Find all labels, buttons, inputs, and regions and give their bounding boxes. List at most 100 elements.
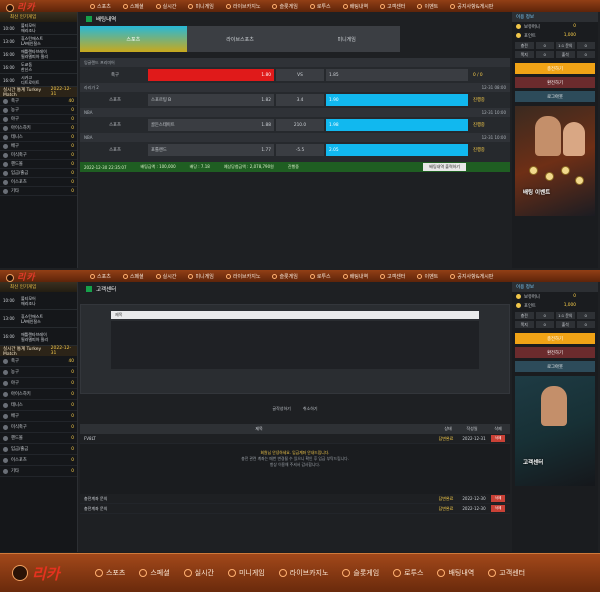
table-row[interactable]: 충전계좌 문의 답변완료 2022-12-30 삭제 — [80, 494, 510, 504]
nav-event[interactable]: 이벤트 — [411, 0, 444, 12]
nav-support[interactable]: 고객센터 — [374, 270, 411, 282]
sport-item[interactable]: 입금/출금 0 — [0, 169, 77, 178]
sport-item[interactable]: 이스포츠 0 — [0, 178, 77, 187]
support-panel: 고객센터 제목 글작성하기 취소하기 제목 상태 작성일 삭제 FV8LT 답변… — [80, 282, 510, 514]
nav-livecasino[interactable]: 라이브카지노 — [278, 568, 328, 578]
away-pick[interactable]: 1.90 — [326, 94, 468, 106]
nav-history[interactable]: 배팅내역 — [337, 270, 374, 282]
popular-game[interactable]: 16:00 도쿄돔 한신스 — [0, 61, 77, 74]
nav-livecasino[interactable]: 라이브카지노 — [220, 0, 267, 12]
nav-special[interactable]: 스페셜 — [139, 568, 170, 578]
logout-button[interactable]: 로그아웃 — [515, 91, 595, 102]
promo-banner[interactable]: 고객센터 — [515, 376, 595, 486]
sport-item[interactable]: 야구 0 — [0, 378, 77, 389]
nav-slot[interactable]: 슬롯게임 — [266, 270, 303, 282]
nav-history[interactable]: 배팅내역 — [437, 568, 474, 578]
sport-item[interactable]: 기타 0 — [0, 466, 77, 477]
nav-support[interactable]: 고객센터 — [374, 0, 411, 12]
tab-sports[interactable]: 스포츠 — [80, 26, 187, 52]
away-pick[interactable]: 2.05 — [326, 144, 468, 156]
match-banner[interactable]: 실시간 통계 Turkey Match 2022-12-31 — [0, 346, 77, 357]
sport-item[interactable]: 축구 40 — [0, 97, 77, 106]
nav-live[interactable]: 실시간 — [150, 0, 183, 12]
withdraw-button[interactable]: 환전하기 — [515, 77, 595, 88]
nav-special[interactable]: 스페셜 — [117, 270, 150, 282]
nav-notice[interactable]: 공지사항&게시판 — [444, 270, 499, 282]
home-pick[interactable]: 1.80 — [148, 69, 274, 81]
tab-live-sports[interactable]: 라이브스포츠 — [186, 26, 294, 52]
site-logo[interactable]: 리카 — [6, 270, 61, 283]
nav-slot[interactable]: 슬롯게임 — [342, 568, 379, 578]
nav-history[interactable]: 배팅내역 — [337, 0, 374, 12]
nav-live[interactable]: 실시간 — [183, 568, 214, 578]
sport-item[interactable]: 테니스 0 — [0, 400, 77, 411]
sport-item[interactable]: 핸드볼 0 — [0, 433, 77, 444]
logout-button[interactable]: 로그아웃 — [515, 361, 595, 372]
nav-special[interactable]: 스페셜 — [117, 0, 150, 12]
inquiry-title-input[interactable]: 제목 — [111, 311, 479, 319]
print-history-button[interactable]: 배팅내역 출력하기 — [423, 163, 466, 171]
sport-item[interactable]: 축구 40 — [0, 356, 77, 367]
nav-lotus[interactable]: 로투스 — [304, 0, 337, 12]
nav-sports[interactable]: 스포츠 — [95, 568, 125, 578]
home-pick[interactable]: 골든스테이트 1.88 — [148, 119, 274, 131]
nav-lotus[interactable]: 로투스 — [393, 568, 423, 578]
nav-livecasino[interactable]: 라이브카지노 — [220, 270, 267, 282]
sport-item[interactable]: 배구 0 — [0, 411, 77, 422]
charge-button[interactable]: 충전하기 — [515, 63, 595, 74]
withdraw-button[interactable]: 환전하기 — [515, 347, 595, 358]
sport-item[interactable]: 기타 0 — [0, 187, 77, 196]
nav-minigame[interactable]: 미니게임 — [182, 270, 219, 282]
page-title: 고객센터 — [96, 287, 117, 293]
match-banner[interactable]: 실시간 통계 Turkey Match 2022-12-31 — [0, 87, 77, 98]
sport-item[interactable]: 아이스하키 0 — [0, 389, 77, 400]
sport-item[interactable]: 농구 0 — [0, 367, 77, 378]
sport-item[interactable]: 배구 0 — [0, 142, 77, 151]
cancel-inquiry-button[interactable]: 취소하기 — [303, 406, 318, 412]
delete-button[interactable]: 삭제 — [491, 435, 505, 442]
popular-game[interactable]: 10:00 볼티모어 애리조나 — [0, 22, 77, 35]
sport-item[interactable]: 미식축구 0 — [0, 151, 77, 160]
nav-live[interactable]: 실시간 — [150, 270, 183, 282]
away-pick[interactable]: 1.98 — [326, 119, 468, 131]
sport-item[interactable]: 미식축구 0 — [0, 422, 77, 433]
popular-game[interactable]: 16:00 시카고 디트로이트 — [0, 74, 77, 87]
sport-item[interactable]: 아이스하키 0 — [0, 124, 77, 133]
nav-minigame[interactable]: 미니게임 — [227, 568, 265, 578]
nav-lotus[interactable]: 로투스 — [304, 270, 337, 282]
tab-minigame[interactable]: 미니게임 — [293, 26, 401, 52]
nav-sports[interactable]: 스포츠 — [84, 0, 117, 12]
table-row[interactable]: 충전계좌 문의 답변완료 2022-12-30 삭제 — [80, 504, 510, 514]
site-logo[interactable]: 리카 — [0, 563, 95, 584]
sport-item[interactable]: 입금/출금 0 — [0, 444, 77, 455]
home-pick[interactable]: 포틀랜드 1.77 — [148, 144, 274, 156]
nav-sports[interactable]: 스포츠 — [84, 270, 117, 282]
sport-item[interactable]: 야구 0 — [0, 115, 77, 124]
nav-support[interactable]: 고객센터 — [488, 568, 525, 578]
site-logo[interactable]: 리카 — [6, 0, 61, 13]
handball-icon — [3, 161, 8, 167]
nav-notice[interactable]: 공지사항&게시판 — [444, 0, 499, 12]
delete-button[interactable]: 삭제 — [491, 505, 505, 512]
popular-game[interactable]: 16:00 애틀랜타브레이 필라델피아 필리 — [0, 328, 77, 346]
inquiry-body-textarea[interactable] — [111, 321, 479, 369]
sport-item[interactable]: 테니스 0 — [0, 133, 77, 142]
popular-game[interactable]: 10:00 볼티모어 애리조나 — [0, 292, 77, 310]
nav-slot[interactable]: 슬롯게임 — [266, 0, 303, 12]
popular-game[interactable]: 13:00 휴스턴애스트 LA에인절스 — [0, 35, 77, 48]
popular-game[interactable]: 13:00 휴스턴애스트 LA에인절스 — [0, 310, 77, 328]
sport-item[interactable]: 이스포츠 0 — [0, 455, 77, 466]
delete-button[interactable]: 삭제 — [491, 495, 505, 502]
sport-item[interactable]: 농구 0 — [0, 106, 77, 115]
promo-banner[interactable]: 배팅 이벤트 — [515, 106, 595, 216]
charge-button[interactable]: 충전하기 — [515, 333, 595, 344]
submit-inquiry-button[interactable]: 글작성하기 — [272, 406, 290, 412]
table-row[interactable]: FV8LT 답변완료 2022-12-31 삭제 — [80, 434, 510, 444]
home-pick[interactable]: 스포르팅 B 1.82 — [148, 94, 274, 106]
popular-game[interactable]: 16:00 애틀랜타브레이 필라델피아 필리 — [0, 48, 77, 61]
nav-event[interactable]: 이벤트 — [411, 270, 444, 282]
point-icon — [516, 303, 521, 308]
sport-item[interactable]: 핸드볼 0 — [0, 160, 77, 169]
nav-minigame[interactable]: 미니게임 — [182, 0, 219, 12]
away-pick[interactable]: 1.85 — [326, 69, 468, 81]
